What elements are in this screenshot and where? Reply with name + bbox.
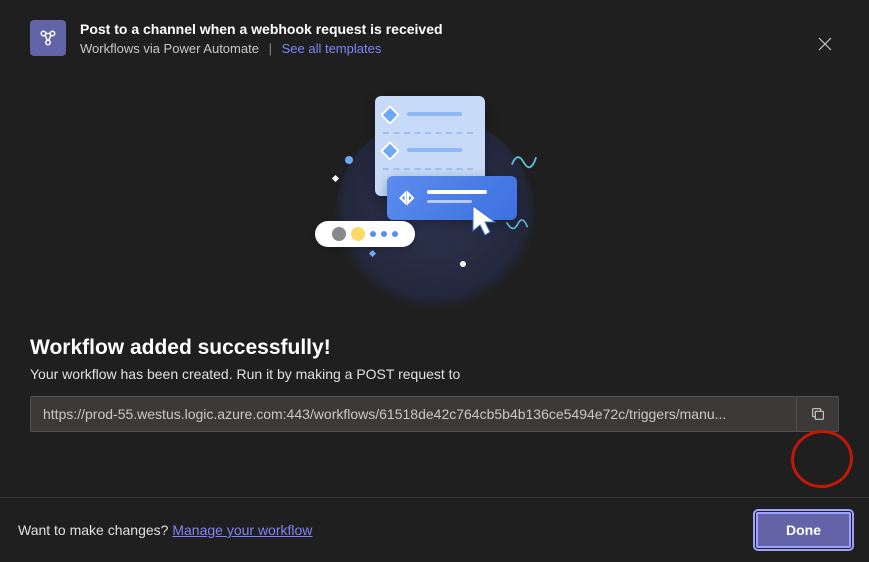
manage-workflow-link[interactable]: Manage your workflow [172,522,312,538]
header-text-block: Post to a channel when a webhook request… [80,20,839,55]
close-button[interactable] [809,28,841,60]
content-area: Workflow added successfully! Your workfl… [0,336,869,432]
success-heading: Workflow added successfully! [30,336,839,360]
changes-prompt: Want to make changes? [18,522,168,538]
success-description: Your workflow has been created. Run it b… [30,366,839,382]
copy-icon [810,406,826,422]
dialog-subtitle: Workflows via Power Automate | See all t… [80,41,839,56]
dialog-footer: Want to make changes? Manage your workfl… [0,497,869,562]
done-button[interactable]: Done [756,512,851,548]
annotation-circle [787,426,856,492]
footer-text: Want to make changes? Manage your workfl… [18,522,312,538]
webhook-url-field[interactable]: https://prod-55.westus.logic.azure.com:4… [30,396,797,432]
workflow-app-icon [30,20,66,56]
app-source-label: Workflows via Power Automate [80,41,259,56]
close-icon [818,37,832,51]
copy-url-button[interactable] [797,396,839,432]
dialog-title: Post to a channel when a webhook request… [80,20,839,38]
webhook-url-row: https://prod-55.westus.logic.azure.com:4… [30,396,839,432]
illustration-container [0,96,869,296]
see-all-templates-link[interactable]: See all templates [282,41,382,56]
success-illustration [315,96,555,296]
dialog-header: Post to a channel when a webhook request… [0,0,869,66]
separator: | [269,41,272,56]
